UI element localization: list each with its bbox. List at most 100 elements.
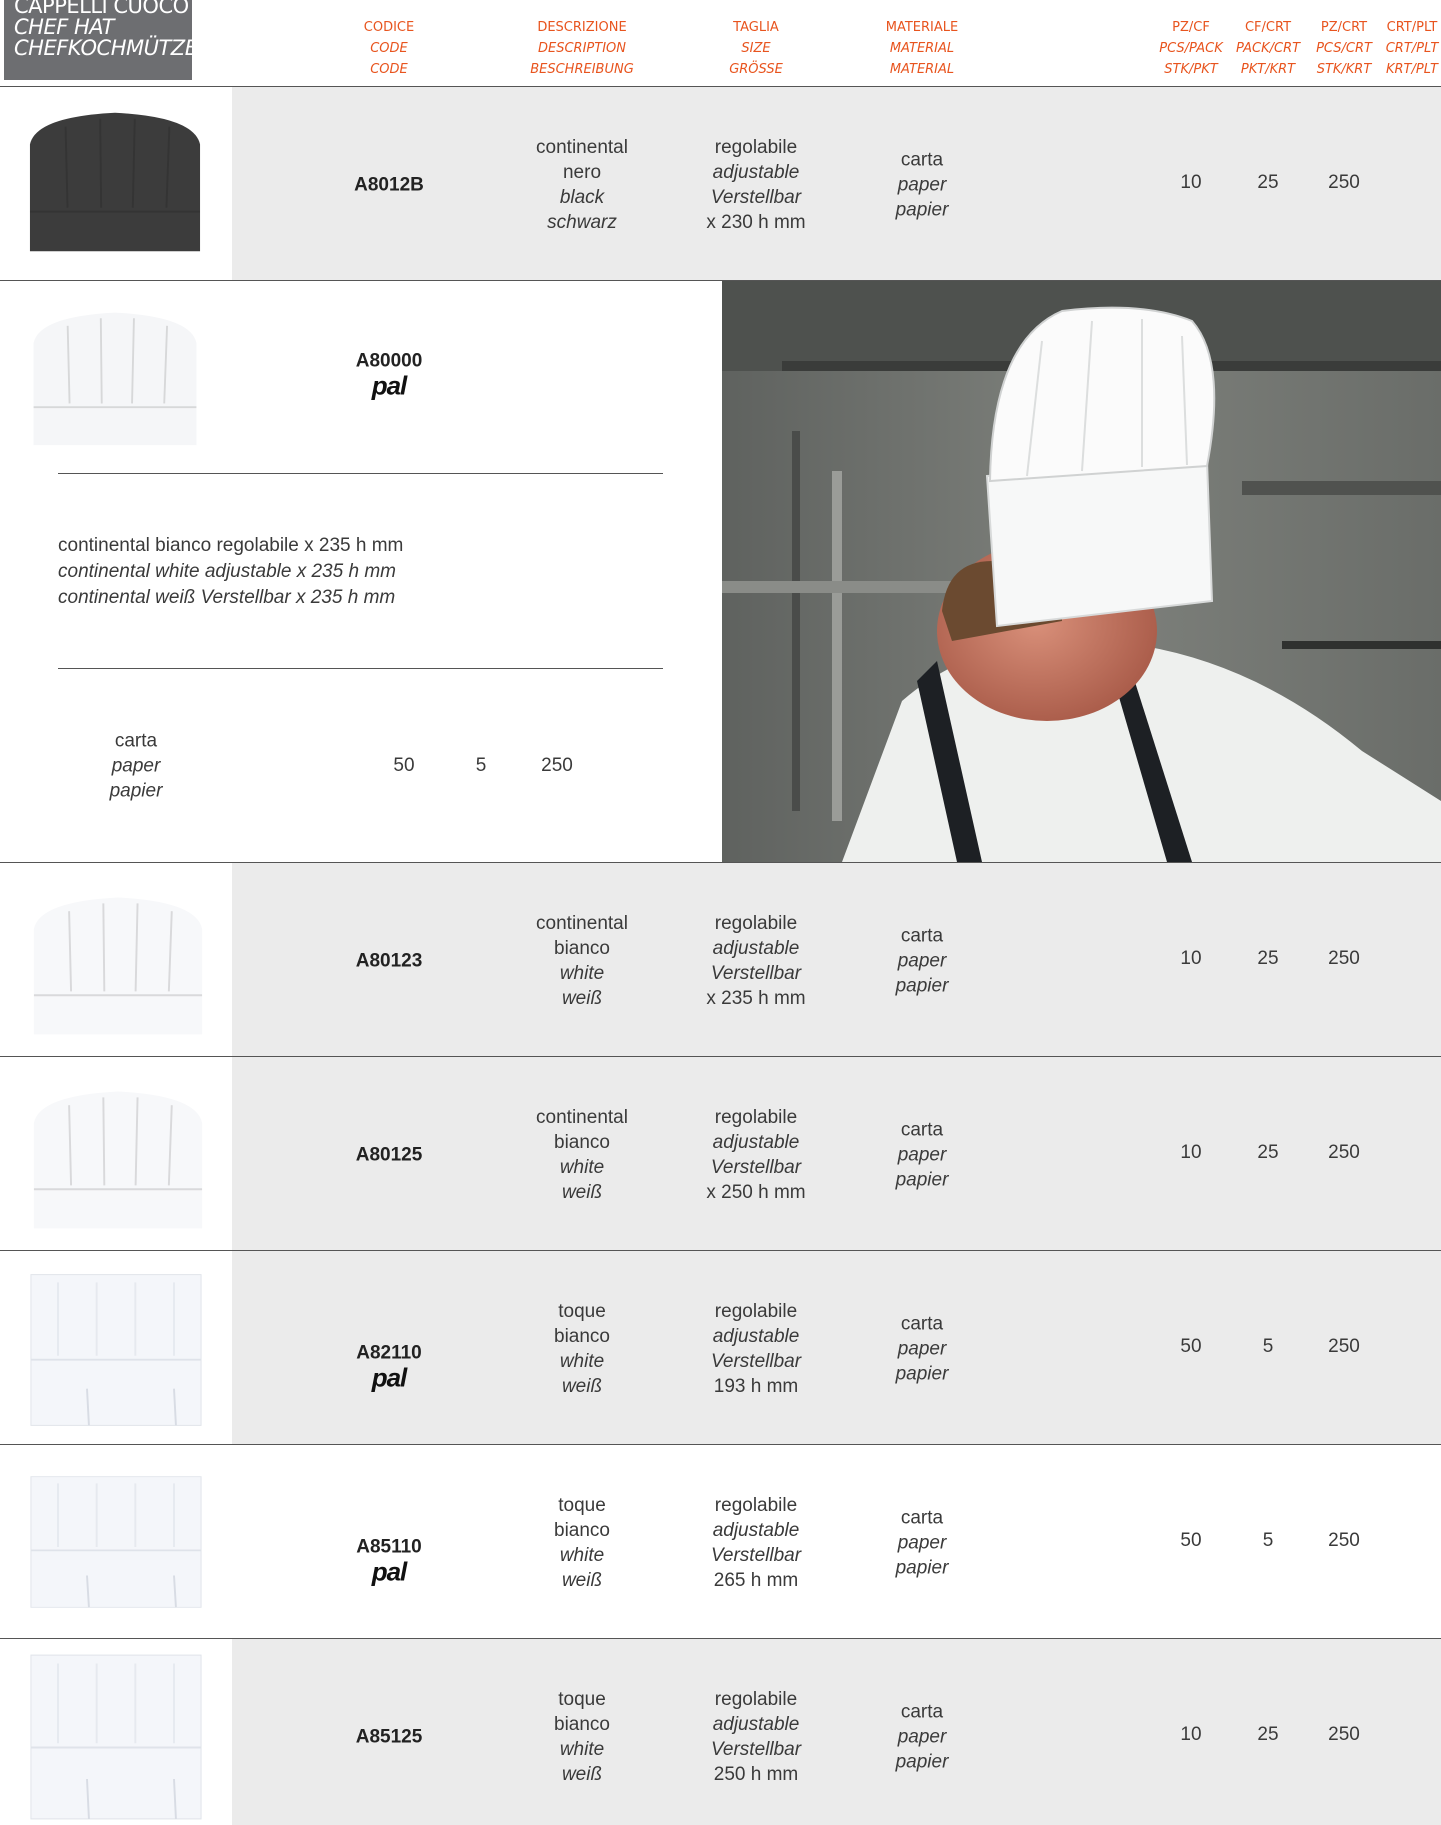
column-header-pz-cf: PZ/CF PCS/PACK STK/PKT (1159, 17, 1222, 80)
product-description: continental bianco white weiß (536, 1105, 628, 1205)
header-label: PCS/CRT (1316, 41, 1372, 56)
column-header-size: TAGLIA SIZE GRÖSSE (729, 17, 783, 80)
desc-line: continental (536, 1107, 628, 1128)
material-line: papier (895, 1751, 949, 1773)
desc-line-de: continental weiß Verstellbar x 235 h mm (58, 587, 396, 608)
header-label: CODICE (363, 20, 415, 35)
desc-line: nero (562, 162, 602, 183)
header-label: MATERIAL (889, 41, 955, 56)
header-label: STK/PKT (1164, 62, 1218, 77)
pz-crt-value: 250 (541, 755, 573, 776)
pal-logo: pal (371, 1362, 408, 1393)
product-size: regolabile adjustable Verstellbar 250 h … (711, 1687, 801, 1787)
header-label: CODE (370, 41, 408, 56)
size-line: adjustable (712, 1132, 800, 1153)
pz-cf-value: 50 (1180, 1336, 1202, 1357)
toque-hat-icon (29, 1653, 203, 1821)
desc-line: continental (536, 913, 628, 934)
pal-logo: pal (371, 370, 408, 401)
pz-crt-value: 250 (1328, 948, 1360, 969)
product-description: toque bianco white weiß (554, 1687, 610, 1787)
product-description: continental nero black schwarz (536, 135, 628, 235)
size-line: x 250 h mm (706, 1182, 806, 1203)
header-label: DESCRIZIONE (537, 20, 627, 35)
size-line: Verstellbar (710, 1739, 802, 1760)
material-line: papier (895, 1363, 949, 1385)
toque-hat-icon (29, 1271, 203, 1429)
desc-line: toque (558, 1689, 606, 1710)
size-line: Verstellbar (710, 1351, 802, 1372)
material-line: papier (895, 1557, 949, 1579)
material-line: carta (900, 1701, 944, 1723)
size-line: Verstellbar (710, 187, 802, 208)
size-line: x 235 h mm (706, 988, 806, 1009)
material-line: carta (900, 925, 944, 947)
pz-cf-value: 10 (1180, 1142, 1202, 1163)
product-size: regolabile adjustable Verstellbar x 250 … (706, 1105, 805, 1205)
title-line-de: CHEFKOCHMÜTZE (14, 36, 192, 60)
size-line: x 230 h mm (706, 212, 806, 233)
desc-line: white (559, 963, 605, 984)
pz-cf-value: 10 (1180, 948, 1202, 969)
header-label: SIZE (741, 41, 771, 56)
desc-line: bianco (554, 1326, 610, 1347)
product-size: regolabile adjustable Verstellbar 265 h … (711, 1493, 801, 1593)
size-line: 265 h mm (713, 1570, 799, 1591)
desc-line: white (559, 1739, 605, 1760)
product-material: carta paper papier (896, 1312, 949, 1387)
material-line: paper (897, 950, 947, 972)
size-line: adjustable (712, 1714, 800, 1735)
header-label: PACK/CRT (1235, 41, 1301, 56)
desc-line: toque (558, 1301, 606, 1322)
size-line: Verstellbar (710, 1157, 802, 1178)
size-line: regolabile (714, 1107, 798, 1128)
header-label: KRT/PLT (1385, 62, 1439, 77)
pz-crt-value: 250 (1328, 1336, 1360, 1357)
desc-line: bianco (554, 1132, 610, 1153)
size-line: Verstellbar (710, 963, 802, 984)
column-header-material: MATERIALE MATERIAL MATERIAL (886, 17, 958, 80)
material-line: carta (114, 730, 158, 752)
toque-hat-icon (29, 1475, 203, 1609)
size-line: regolabile (714, 913, 798, 934)
material-line: carta (900, 1507, 944, 1529)
pz-crt-value: 250 (1328, 172, 1360, 193)
material-line: paper (897, 1338, 947, 1360)
desc-line: weiß (561, 988, 603, 1009)
header-label: PKT/KRT (1240, 62, 1296, 77)
size-line: regolabile (714, 1495, 798, 1516)
white-hat-icon (30, 1081, 206, 1233)
product-row: A8012B continental nero black schwarz re… (0, 87, 1441, 281)
product-code: A80123 (355, 950, 423, 972)
size-line: adjustable (712, 1520, 800, 1541)
feature-description: continental bianco regolabile x 235 h mm… (58, 533, 403, 611)
header-label: CODE (370, 62, 408, 77)
product-description: toque bianco white weiß (554, 1299, 610, 1399)
product-description: continental bianco white weiß (536, 911, 628, 1011)
product-code: A85125 (355, 1726, 423, 1748)
material-line: paper (897, 174, 947, 196)
product-material: carta paper papier (896, 924, 949, 999)
product-code: A80000 pal (356, 349, 423, 401)
pz-crt-value: 250 (1328, 1530, 1360, 1551)
product-code: A8012B (354, 174, 424, 196)
material-line: paper (897, 1532, 947, 1554)
pz-cf-value: 50 (393, 755, 415, 776)
desc-line-en: continental white adjustable x 235 h mm (58, 561, 396, 582)
desc-line: white (559, 1545, 605, 1566)
material-line: paper (111, 755, 161, 777)
desc-line: white (559, 1351, 605, 1372)
size-line: adjustable (712, 1326, 800, 1347)
header-label: GRÖSSE (729, 62, 783, 77)
desc-line: schwarz (547, 212, 617, 233)
product-size: regolabile adjustable Verstellbar 193 h … (711, 1299, 801, 1399)
pz-crt-value: 250 (1328, 1142, 1360, 1163)
desc-line: weiß (561, 1376, 603, 1397)
cf-crt-value: 25 (1257, 1142, 1279, 1163)
pz-cf-value: 10 (1180, 1724, 1202, 1745)
pal-logo: pal (371, 1556, 408, 1587)
material-line: papier (895, 1169, 949, 1191)
header-label: CF/CRT (1244, 20, 1292, 35)
product-material: carta paper papier (896, 1118, 949, 1193)
desc-line: weiß (561, 1570, 603, 1591)
